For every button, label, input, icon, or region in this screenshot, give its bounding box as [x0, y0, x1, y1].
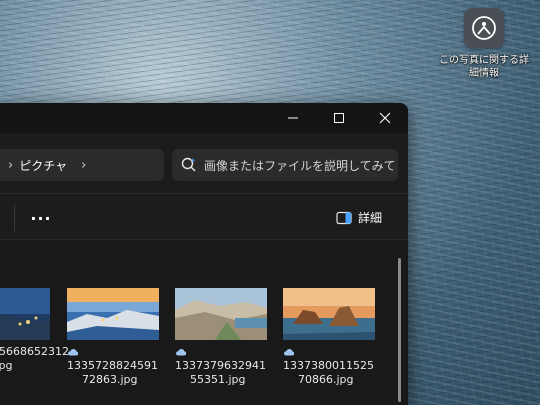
details-pane-icon [336, 211, 352, 224]
toolbar-separator [14, 205, 15, 231]
chevron-right-icon[interactable]: › [0, 158, 19, 173]
cloud-icon [284, 349, 295, 356]
copilot-search-icon [181, 157, 196, 172]
cloud-icon [68, 349, 79, 356]
search-box[interactable]: 画像またはファイルを説明してみて [172, 149, 398, 181]
file-thumbnail[interactable] [0, 288, 50, 340]
file-list: 1335668652312 15.jpg 1335728824591 72863… [0, 240, 408, 405]
file-thumbnail[interactable] [67, 288, 159, 340]
file-thumbnail[interactable] [175, 288, 267, 340]
desktop-icon-label: この写真に関する詳細情報 [439, 55, 529, 79]
command-bar: ... 詳細 [0, 195, 408, 239]
minimize-icon [288, 117, 298, 119]
file-name[interactable]: 1335728824591 72863.jpg [67, 345, 167, 387]
file-name[interactable]: 1337379632941 55351.jpg [175, 345, 275, 387]
divider [0, 193, 408, 194]
more-button[interactable]: ... [30, 203, 52, 231]
details-button[interactable]: 詳細 [336, 209, 382, 226]
close-icon [379, 112, 391, 124]
desktop-icon-photo-info[interactable]: この写真に関する詳細情報 [436, 8, 532, 80]
file-thumbnail[interactable] [283, 288, 375, 340]
address-row: › ピクチャ › 画像またはファイルを説明してみて [0, 143, 408, 189]
cloud-icon [176, 349, 187, 356]
maximize-icon [334, 113, 344, 123]
minimize-button[interactable] [270, 103, 316, 133]
file-name[interactable]: 1337380011525 70866.jpg [283, 345, 383, 387]
photo-info-icon [472, 16, 496, 40]
address-bar[interactable]: › ピクチャ › [0, 149, 164, 181]
breadcrumb-pictures[interactable]: ピクチャ [19, 157, 67, 174]
search-placeholder[interactable]: 画像またはファイルを説明してみて [204, 157, 396, 174]
photo-info-tile[interactable] [464, 8, 504, 48]
title-bar [0, 103, 408, 133]
vertical-scrollbar[interactable] [398, 258, 401, 402]
details-label: 詳細 [358, 211, 383, 225]
chevron-right-icon[interactable]: › [67, 158, 86, 173]
file-explorer-window: › ピクチャ › 画像またはファイルを説明してみて ... 詳細 5668652… [0, 103, 408, 405]
close-button[interactable] [362, 103, 408, 133]
maximize-button[interactable] [316, 103, 362, 133]
